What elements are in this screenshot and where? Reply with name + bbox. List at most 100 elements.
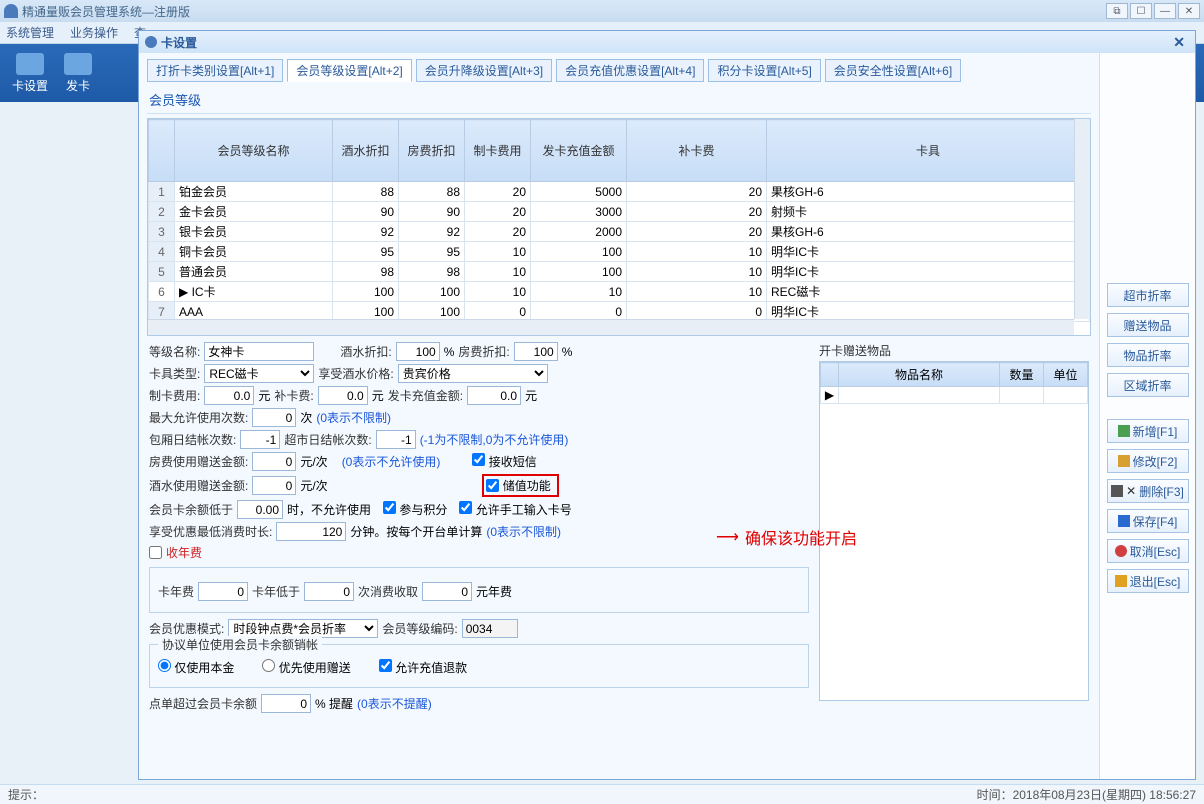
annual-fee-group: 卡年费 卡年低于 次消费收取 元年费	[149, 567, 809, 613]
status-prompt: 提示：	[8, 786, 44, 803]
win-minimize-icon[interactable]: —	[1154, 3, 1176, 19]
col-level-name[interactable]: 会员等级名称	[175, 120, 333, 182]
win-close-icon[interactable]: ✕	[1178, 3, 1200, 19]
btn-add[interactable]: 新增[F1]	[1107, 419, 1189, 443]
store-value-highlight: 储值功能	[482, 474, 559, 497]
btn-cancel[interactable]: 取消[Esc]	[1107, 539, 1189, 563]
toolbar-card-settings[interactable]: 卡设置	[12, 53, 48, 94]
card-fee-input[interactable]	[204, 386, 254, 405]
per-consume-input[interactable]	[422, 582, 472, 601]
btn-market-disc[interactable]: 超市折率	[1107, 283, 1189, 307]
col-card-fee[interactable]: 制卡费用	[465, 120, 531, 182]
cancel-icon	[1115, 545, 1127, 557]
annual-fee-checkbox[interactable]	[149, 546, 162, 559]
child-icon	[145, 36, 157, 48]
card-type-select[interactable]: REC磁卡	[204, 364, 314, 383]
table-row[interactable]: 3银卡会员929220200020果核GH-6	[149, 222, 1090, 242]
recharge-input[interactable]	[467, 386, 521, 405]
child-close-icon[interactable]: ✕	[1169, 34, 1189, 51]
allow-manual-checkbox[interactable]	[459, 501, 472, 514]
member-level-grid[interactable]: 会员等级名称 酒水折扣 房费折扣 制卡费用 发卡充值金额 补卡费 卡具 1铂金会…	[147, 118, 1091, 336]
card-annual-input[interactable]	[198, 582, 248, 601]
col-bev-disc[interactable]: 酒水折扣	[333, 120, 399, 182]
tab-level-updown[interactable]: 会员升降级设置[Alt+3]	[416, 59, 552, 82]
table-row[interactable]: 5普通会员98981010010明华IC卡	[149, 262, 1090, 282]
tab-discount-category[interactable]: 打折卡类别设置[Alt+1]	[147, 59, 283, 82]
fieldset-legend: 协议单位使用会员卡余额销帐	[158, 636, 322, 653]
tab-security[interactable]: 会员安全性设置[Alt+6]	[825, 59, 961, 82]
gift-table-title: 开卡赠送物品	[819, 342, 1089, 359]
gift-table[interactable]: 物品名称数量单位 ▶	[819, 361, 1089, 701]
tab-row: 打折卡类别设置[Alt+1] 会员等级设置[Alt+2] 会员升降级设置[Alt…	[147, 59, 1091, 82]
table-row[interactable]: 6▶ IC卡100100101010REC磁卡	[149, 282, 1090, 302]
section-title: 会员等级	[147, 86, 1091, 114]
level-name-input[interactable]	[204, 342, 314, 361]
opt-principal[interactable]: 仅使用本金	[158, 659, 234, 676]
agreement-balance-group: 协议单位使用会员卡余额销帐 仅使用本金 优先使用赠送 允许充值退款	[149, 644, 809, 688]
bev-disc-input[interactable]	[396, 342, 440, 361]
form-left: 等级名称: 酒水折扣: % 房费折扣: % 卡具类型: REC磁卡 享受酒水价格…	[149, 342, 809, 777]
win-restore-icon[interactable]: ⧉	[1106, 3, 1128, 19]
col-reissue-fee[interactable]: 补卡费	[627, 120, 767, 182]
bev-gift-input[interactable]	[252, 476, 296, 495]
status-time: 时间：2018年08月23日(星期四) 18:56:27	[977, 786, 1196, 803]
issue-card-icon	[64, 53, 92, 75]
grid-hscroll[interactable]	[148, 319, 1074, 335]
menu-system[interactable]: 系统管理	[6, 24, 54, 41]
reissue-fee-input[interactable]	[318, 386, 368, 405]
btn-area-disc[interactable]: 区域折率	[1107, 373, 1189, 397]
col-card-device[interactable]: 卡具	[767, 120, 1090, 182]
exit-icon	[1115, 575, 1127, 587]
add-icon	[1118, 425, 1130, 437]
grid-vscroll[interactable]	[1074, 119, 1090, 319]
col-recharge[interactable]: 发卡充值金额	[531, 120, 627, 182]
tab-recharge-promo[interactable]: 会员充值优惠设置[Alt+4]	[556, 59, 704, 82]
card-year-low-input[interactable]	[304, 582, 354, 601]
col-room-disc[interactable]: 房费折扣	[399, 120, 465, 182]
tab-member-level[interactable]: 会员等级设置[Alt+2]	[287, 59, 411, 82]
table-row[interactable]: 1铂金会员888820500020果核GH-6	[149, 182, 1090, 202]
level-code-field	[462, 619, 518, 638]
over-balance-input[interactable]	[261, 694, 311, 713]
menu-business[interactable]: 业务操作	[70, 24, 118, 41]
sms-checkbox[interactable]	[472, 453, 485, 466]
toolbar-issue-card[interactable]: 发卡	[64, 53, 92, 94]
mkt-daily-input[interactable]	[376, 430, 416, 449]
child-title-bar: 卡设置 ✕	[139, 31, 1195, 53]
arrow-icon: ⟶	[716, 527, 739, 547]
delete-icon	[1111, 485, 1123, 497]
btn-edit[interactable]: 修改[F2]	[1107, 449, 1189, 473]
room-disc-input[interactable]	[514, 342, 558, 361]
room-gift-input[interactable]	[252, 452, 296, 471]
balance-low-input[interactable]	[237, 500, 283, 519]
btn-delete[interactable]: ✕ 删除[F3]	[1107, 479, 1189, 503]
annotation-overlay: ⟶ 确保该功能开启	[710, 525, 857, 549]
bev-price-select[interactable]: 贵宾价格	[398, 364, 548, 383]
opt-gift-first[interactable]: 优先使用赠送	[262, 659, 350, 676]
tab-points-card[interactable]: 积分卡设置[Alt+5]	[708, 59, 820, 82]
status-bar: 提示： 时间：2018年08月23日(星期四) 18:56:27	[0, 784, 1204, 804]
gift-row[interactable]: ▶	[821, 387, 1088, 404]
child-title-text: 卡设置	[161, 34, 197, 51]
card-settings-icon	[16, 53, 44, 75]
table-row[interactable]: 2金卡会员909020300020射频卡	[149, 202, 1090, 222]
edit-icon	[1118, 455, 1130, 467]
btn-gift-items[interactable]: 赠送物品	[1107, 313, 1189, 337]
win-maximize-icon[interactable]: ☐	[1130, 3, 1152, 19]
max-use-input[interactable]	[252, 408, 296, 427]
pkg-daily-input[interactable]	[240, 430, 280, 449]
card-settings-window: 卡设置 ✕ 打折卡类别设置[Alt+1] 会员等级设置[Alt+2] 会员升降级…	[138, 30, 1196, 780]
store-value-checkbox[interactable]	[486, 479, 499, 492]
allow-refund-checkbox[interactable]: 允许充值退款	[379, 659, 467, 676]
app-icon	[4, 4, 18, 18]
app-title: 精通量贩会员管理系统—注册版	[22, 3, 190, 20]
app-title-bar: 精通量贩会员管理系统—注册版 ⧉ ☐ — ✕	[0, 0, 1204, 22]
btn-exit[interactable]: 退出[Esc]	[1107, 569, 1189, 593]
join-points-checkbox[interactable]	[383, 501, 396, 514]
btn-item-disc[interactable]: 物品折率	[1107, 343, 1189, 367]
side-button-panel: 超市折率 赠送物品 物品折率 区域折率 新增[F1] 修改[F2] ✕ 删除[F…	[1099, 53, 1195, 779]
table-row[interactable]: 4铜卡会员95951010010明华IC卡	[149, 242, 1090, 262]
btn-save[interactable]: 保存[F4]	[1107, 509, 1189, 533]
form-right: 开卡赠送物品 物品名称数量单位 ▶	[819, 342, 1089, 777]
min-time-input[interactable]	[276, 522, 346, 541]
